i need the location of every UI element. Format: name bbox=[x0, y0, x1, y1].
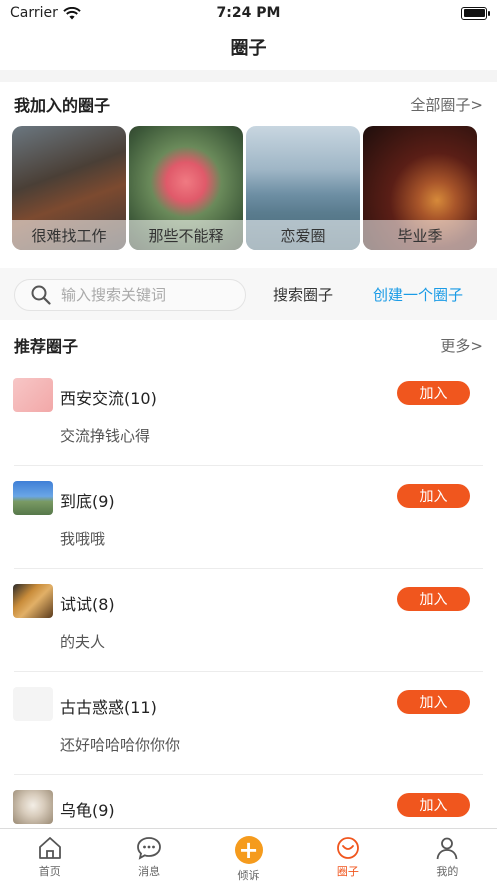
join-button[interactable]: 加入 bbox=[397, 484, 470, 508]
joined-header: 我加入的圈子 全部圈子> bbox=[14, 92, 483, 116]
list-item[interactable]: 古古惑惑(11) 还好哈哈哈你你你 加入 bbox=[0, 672, 497, 775]
circle-description: 还好哈哈哈你你你 bbox=[60, 736, 181, 754]
tab-confide[interactable]: + 倾诉 bbox=[199, 829, 298, 883]
circle-name: 西安交流(10) bbox=[60, 389, 157, 408]
circle-name: 到底(9) bbox=[60, 492, 115, 511]
plus-icon: + bbox=[234, 836, 263, 864]
list-item[interactable]: 试试(8) 的夫人 加入 bbox=[0, 569, 497, 672]
joined-card-caption: 很难找工作 bbox=[12, 220, 126, 250]
search-input[interactable] bbox=[61, 286, 231, 304]
search-bar-row: 搜索圈子 创建一个圈子 bbox=[0, 268, 497, 320]
circle-description: 的夫人 bbox=[60, 633, 106, 651]
join-button[interactable]: 加入 bbox=[397, 690, 470, 714]
tab-circles[interactable]: 圈子 bbox=[298, 829, 397, 883]
person-icon bbox=[436, 837, 458, 860]
search-icon bbox=[31, 285, 51, 305]
page-title: 圈子 bbox=[230, 38, 267, 59]
carrier-group: Carrier bbox=[10, 5, 81, 21]
avatar bbox=[13, 584, 53, 618]
joined-circle-list: 很难找工作 那些不能释 恋爱圈 毕业季 bbox=[12, 126, 477, 250]
list-item[interactable]: 乌龟(9) 加入 bbox=[0, 775, 497, 828]
tab-label: 首页 bbox=[38, 865, 61, 878]
message-icon bbox=[137, 837, 162, 860]
home-icon bbox=[38, 837, 61, 859]
join-button[interactable]: 加入 bbox=[397, 793, 470, 817]
tab-messages[interactable]: 消息 bbox=[99, 829, 198, 883]
carrier-label: Carrier bbox=[10, 5, 58, 21]
circle-description: 我哦哦 bbox=[60, 530, 106, 548]
circle-icon bbox=[337, 837, 359, 859]
avatar bbox=[13, 481, 53, 515]
avatar bbox=[13, 378, 53, 412]
avatar bbox=[13, 790, 53, 824]
joined-card-caption: 恋爱圈 bbox=[246, 220, 360, 250]
tab-label: 消息 bbox=[138, 865, 161, 878]
more-link[interactable]: 更多> bbox=[440, 335, 483, 356]
joined-card[interactable]: 很难找工作 bbox=[12, 126, 126, 250]
join-button[interactable]: 加入 bbox=[397, 381, 470, 405]
circle-name: 乌龟(9) bbox=[60, 801, 115, 820]
recommended-title: 推荐圈子 bbox=[14, 337, 79, 356]
joined-card-caption: 那些不能释 bbox=[129, 220, 243, 250]
joined-card[interactable]: 那些不能释 bbox=[129, 126, 243, 250]
tab-label: 我的 bbox=[436, 865, 459, 878]
tab-home[interactable]: 首页 bbox=[0, 829, 99, 883]
recommended-header: 推荐圈子 更多> bbox=[14, 333, 483, 357]
search-circles-button[interactable]: 搜索圈子 bbox=[273, 284, 333, 305]
list-item[interactable]: 到底(9) 我哦哦 加入 bbox=[0, 466, 497, 569]
battery-icon bbox=[461, 6, 490, 20]
tab-mine[interactable]: 我的 bbox=[398, 829, 497, 883]
search-box[interactable] bbox=[14, 279, 246, 311]
all-circles-link[interactable]: 全部圈子> bbox=[410, 94, 483, 115]
list-item[interactable]: 西安交流(10) 交流挣钱心得 加入 bbox=[0, 363, 497, 466]
wifi-icon bbox=[63, 6, 81, 19]
tab-bar: 首页 消息 + 倾诉 圈子 我的 bbox=[0, 828, 497, 883]
joined-card[interactable]: 恋爱圈 bbox=[246, 126, 360, 250]
avatar bbox=[13, 687, 53, 721]
joined-card[interactable]: 毕业季 bbox=[363, 126, 477, 250]
create-circle-link[interactable]: 创建一个圈子 bbox=[373, 284, 463, 305]
circle-description: 交流挣钱心得 bbox=[60, 427, 151, 445]
join-button[interactable]: 加入 bbox=[397, 587, 470, 611]
joined-title: 我加入的圈子 bbox=[14, 96, 111, 115]
circle-name: 试试(8) bbox=[60, 595, 115, 614]
circle-name: 古古惑惑(11) bbox=[60, 698, 157, 717]
tab-label: 倾诉 bbox=[237, 869, 260, 882]
joined-card-caption: 毕业季 bbox=[363, 220, 477, 250]
section-gap bbox=[0, 70, 497, 82]
tab-label: 圈子 bbox=[336, 865, 359, 878]
status-bar: Carrier 7:24 PM bbox=[0, 0, 497, 26]
